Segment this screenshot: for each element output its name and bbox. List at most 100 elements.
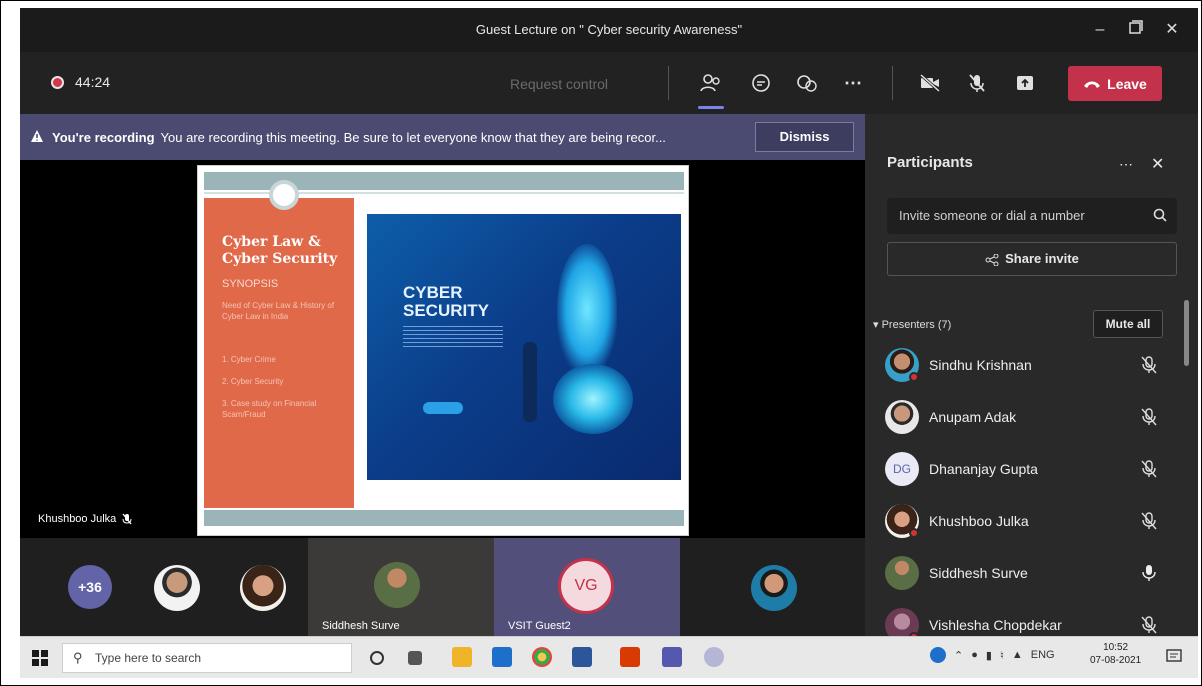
banner-bold: You're recording bbox=[52, 130, 155, 145]
mic-off-icon[interactable] bbox=[1141, 616, 1157, 634]
participant-row[interactable]: Khushboo Julka bbox=[885, 500, 1175, 546]
app-icon[interactable] bbox=[704, 647, 724, 667]
title-bar: Guest Lecture on " Cyber security Awaren… bbox=[20, 8, 1198, 52]
task-view-icon[interactable] bbox=[408, 651, 422, 665]
participant-avatar bbox=[885, 556, 919, 590]
windows-start-icon[interactable] bbox=[32, 650, 48, 666]
reactions-icon[interactable] bbox=[792, 68, 822, 98]
leave-button[interactable]: Leave bbox=[1068, 66, 1162, 101]
office-icon[interactable] bbox=[620, 647, 640, 667]
participant-row[interactable]: Anupam Adak bbox=[885, 396, 1175, 442]
participant-row[interactable]: Sindhu Krishnan bbox=[885, 344, 1175, 390]
system-tray: ⌃ ● ▮ ♮ ▲ ENG bbox=[930, 647, 1055, 663]
windows-taskbar: ⚲ Type here to search ⌃ ● ▮ ♮ ▲ ENG 10:5… bbox=[20, 636, 1198, 678]
taskbar-search-input[interactable]: ⚲ Type here to search bbox=[62, 643, 352, 673]
warning-icon bbox=[31, 130, 43, 142]
banner-text: You're recording You are recording this m… bbox=[52, 130, 742, 145]
illustration-button-graphic bbox=[423, 402, 463, 414]
participant-tile-name: VSIT Guest2 bbox=[508, 620, 571, 632]
recording-banner: You're recording You are recording this m… bbox=[20, 114, 865, 160]
people-icon[interactable] bbox=[696, 68, 726, 98]
battery-icon[interactable]: ▮ bbox=[986, 649, 992, 662]
cyber-line2: SECURITY bbox=[403, 301, 489, 320]
close-panel-icon[interactable]: ✕ bbox=[1151, 154, 1164, 174]
phone-hangup-icon bbox=[1084, 81, 1101, 88]
participant-tile-name: Siddhesh Surve bbox=[322, 620, 400, 632]
chat-icon[interactable] bbox=[746, 68, 776, 98]
share-screen-icon[interactable] bbox=[1010, 68, 1040, 98]
search-icon: ⚲ bbox=[73, 650, 83, 665]
cortana-icon[interactable] bbox=[370, 651, 384, 665]
more-options-icon[interactable]: ⋯ bbox=[1119, 156, 1133, 173]
dismiss-button[interactable]: Dismiss bbox=[755, 122, 854, 152]
slide-need-text: Need of Cyber Law & History of Cyber Law… bbox=[222, 301, 335, 321]
notification-icon[interactable] bbox=[1166, 649, 1182, 665]
chevron-up-icon[interactable]: ⌃ bbox=[954, 649, 963, 662]
mic-off-icon[interactable] bbox=[1141, 408, 1157, 426]
slide-title-line2: Cyber Security bbox=[222, 251, 338, 267]
participant-name: Sindhu Krishnan bbox=[929, 357, 1032, 373]
mic-icon[interactable]: ● bbox=[971, 649, 978, 661]
mic-off-icon[interactable] bbox=[962, 68, 992, 98]
presenter-name: Khushboo Julka bbox=[38, 513, 117, 525]
mic-off-icon[interactable] bbox=[1141, 356, 1157, 374]
divider bbox=[892, 66, 893, 100]
slide-title: Cyber Law & Cyber Security bbox=[222, 234, 342, 268]
status-dot bbox=[909, 372, 919, 382]
restore-icon[interactable] bbox=[1124, 18, 1148, 42]
window-title: Guest Lecture on " Cyber security Awaren… bbox=[475, 22, 743, 37]
participant-avatar[interactable] bbox=[240, 565, 286, 611]
speaker-icon[interactable]: ♮ bbox=[1000, 649, 1004, 662]
participant-row[interactable]: Siddhesh Surve bbox=[885, 552, 1175, 598]
slide-circle-ornament bbox=[269, 180, 299, 210]
participant-name: Anupam Adak bbox=[929, 409, 1017, 425]
slide-item: 2. Cyber Security bbox=[222, 377, 284, 386]
mail-icon[interactable] bbox=[492, 647, 512, 667]
leave-label: Leave bbox=[1107, 75, 1147, 92]
presenter-label: Khushboo Julka bbox=[38, 513, 132, 525]
recording-indicator-icon bbox=[51, 76, 64, 89]
help-icon[interactable] bbox=[930, 647, 946, 663]
word-icon[interactable] bbox=[572, 647, 592, 667]
participant-avatar[interactable] bbox=[154, 565, 200, 611]
share-icon bbox=[985, 253, 999, 267]
teams-icon[interactable] bbox=[662, 647, 682, 667]
invite-input[interactable]: Invite someone or dial a number bbox=[887, 198, 1177, 234]
presentation-slide: Cyber Law & Cyber Security SYNOPSIS Need… bbox=[197, 165, 689, 536]
slide-title-line1: Cyber Law & bbox=[222, 234, 321, 250]
participant-row[interactable]: Vishlesha Chopdekar bbox=[885, 604, 1175, 636]
teams-meeting-window: Guest Lecture on " Cyber security Awaren… bbox=[20, 8, 1198, 636]
minimize-icon[interactable]: – bbox=[1088, 18, 1112, 42]
placeholder-text-lines bbox=[403, 326, 503, 348]
cyber-security-illustration: CYBER SECURITY bbox=[367, 214, 681, 480]
people-active-indicator bbox=[698, 106, 724, 109]
participant-name: Khushboo Julka bbox=[929, 513, 1029, 529]
initials-avatar: DG bbox=[885, 452, 919, 486]
mic-on-icon[interactable] bbox=[1141, 564, 1157, 582]
initials-avatar: VG bbox=[558, 558, 614, 614]
mute-all-button[interactable]: Mute all bbox=[1093, 310, 1163, 338]
chrome-icon[interactable] bbox=[532, 647, 552, 667]
network-icon[interactable]: ▲ bbox=[1012, 649, 1023, 661]
camera-off-icon[interactable] bbox=[915, 68, 945, 98]
participant-tile-siddhesh[interactable]: Siddhesh Surve bbox=[308, 538, 494, 636]
participant-avatar[interactable] bbox=[751, 565, 797, 611]
more-actions-icon[interactable]: ⋯ bbox=[838, 68, 868, 98]
overflow-participants-button[interactable]: +36 bbox=[68, 565, 112, 609]
participant-avatar bbox=[374, 562, 420, 608]
meeting-controls-bar: 44:24 Request control ⋯ Leave bbox=[20, 52, 1198, 114]
scrollbar[interactable] bbox=[1184, 300, 1189, 366]
clock-date: 07-08-2021 bbox=[1090, 655, 1142, 666]
taskbar-clock[interactable]: 10:52 07-08-2021 bbox=[1090, 641, 1141, 667]
request-control-button[interactable]: Request control bbox=[494, 72, 624, 96]
close-window-icon[interactable]: ✕ bbox=[1160, 18, 1184, 42]
mic-off-icon[interactable] bbox=[1141, 460, 1157, 478]
slide-synopsis: SYNOPSIS bbox=[222, 278, 279, 290]
language-indicator[interactable]: ENG bbox=[1031, 649, 1055, 661]
share-invite-button[interactable]: Share invite bbox=[887, 242, 1177, 276]
mic-off-icon[interactable] bbox=[1141, 512, 1157, 530]
participant-tile-vsit-guest[interactable]: VG VSIT Guest2 bbox=[494, 538, 680, 636]
presenters-section-toggle[interactable]: ▾ Presenters (7) bbox=[873, 318, 951, 331]
file-explorer-icon[interactable] bbox=[452, 647, 472, 667]
participant-row[interactable]: DG Dhananjay Gupta bbox=[885, 448, 1175, 494]
